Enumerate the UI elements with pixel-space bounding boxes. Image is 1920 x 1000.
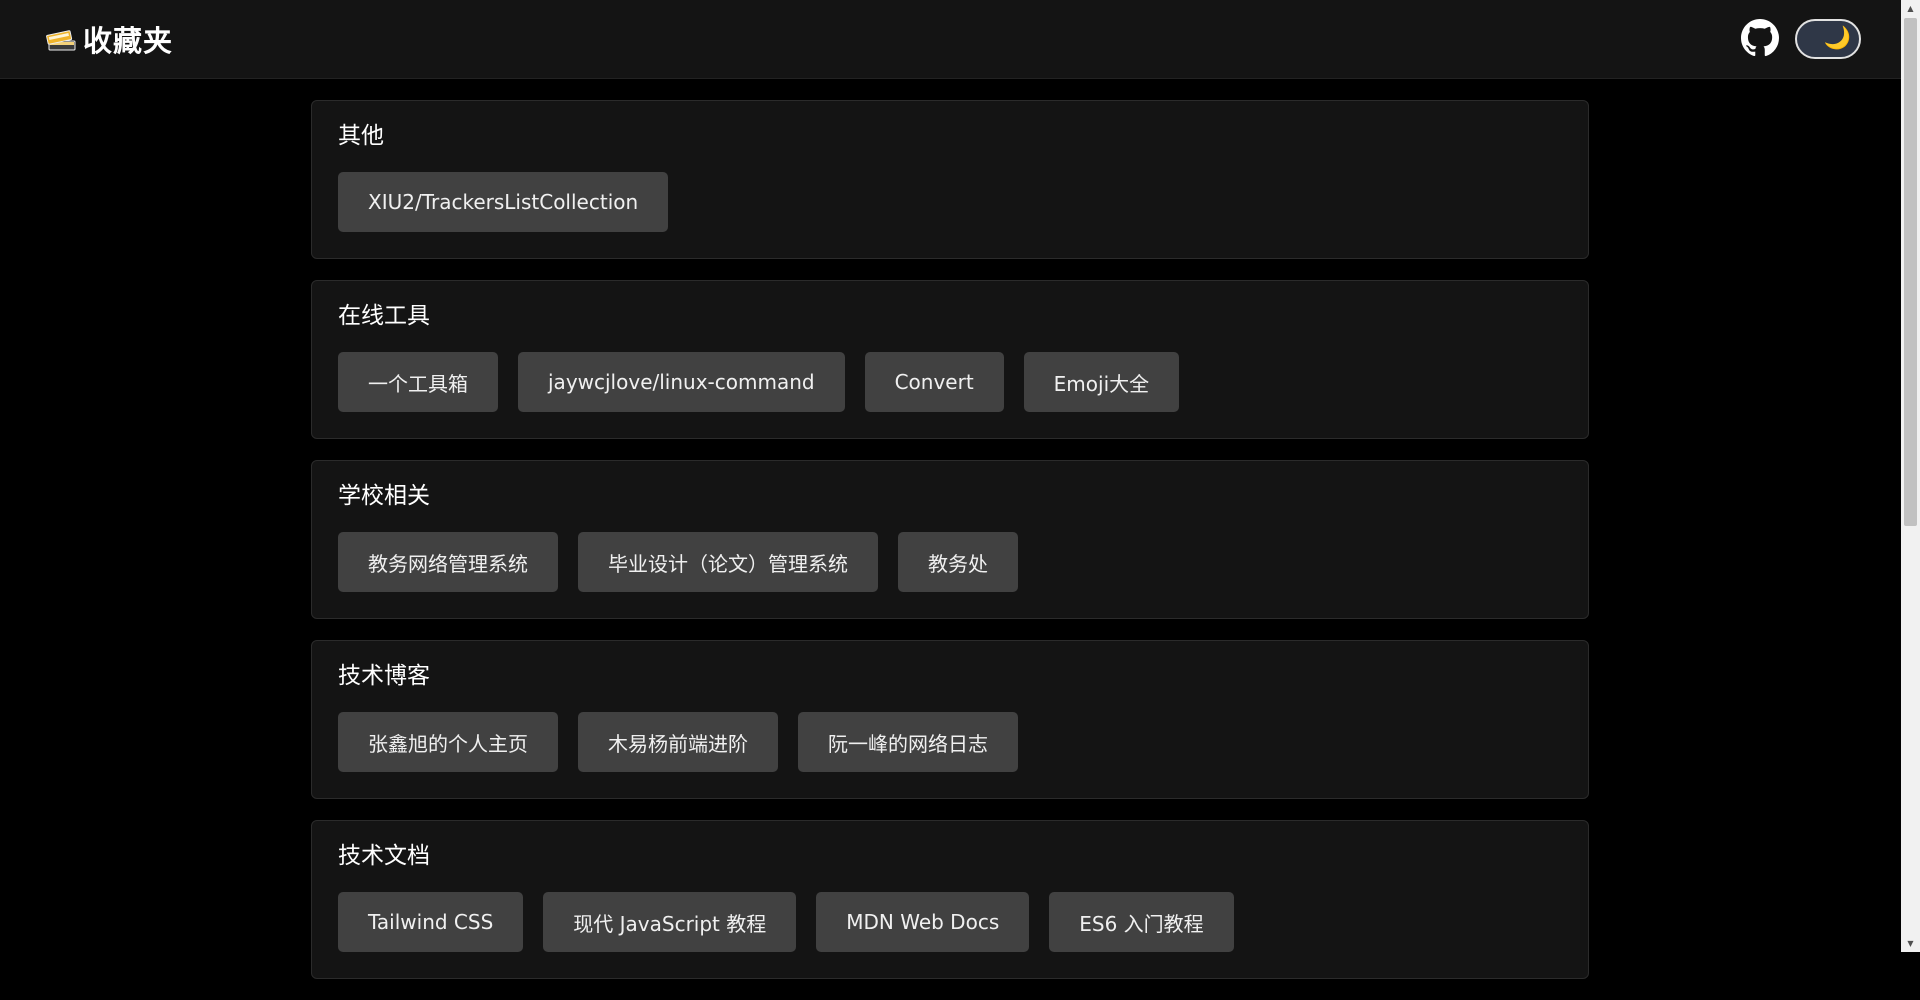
bookmark-link-button[interactable]: 教务网络管理系统 (338, 532, 558, 592)
github-icon[interactable] (1741, 19, 1779, 57)
bookmark-link-button[interactable]: ES6 入门教程 (1049, 892, 1234, 952)
bookmark-link-button[interactable]: 现代 JavaScript 教程 (543, 892, 797, 952)
scroll-up-arrow[interactable]: ▲ (1901, 0, 1920, 17)
section-title: 在线工具 (338, 303, 430, 329)
bookmark-section: 技术文档 Tailwind CSS 现代 JavaScript 教程 MDN Web … (311, 820, 1589, 979)
theme-toggle[interactable]: 🌙 (1795, 19, 1861, 59)
bookmark-section: 技术博客张鑫旭的个人主页 木易杨前端进阶 阮一峰的网络日志 (311, 640, 1589, 799)
bookmark-link-button[interactable]: Convert (864, 352, 1004, 412)
books-stack-icon (46, 30, 76, 51)
bookmark-section: 在线工具一个工具箱 jaywcjlove/linux-command Convert… (311, 280, 1589, 439)
section-title: 技术文档 (338, 843, 430, 869)
bookmark-link-button[interactable]: Emoji大全 (1023, 352, 1180, 412)
bookmark-link-button[interactable]: XIU2/TrackersListCollection (338, 172, 669, 232)
moon-icon: 🌙 (1823, 26, 1851, 51)
top-header: 收藏夹 🌙 (0, 0, 1901, 79)
section-links: 一个工具箱 jaywcjlove/linux-command Convert Emoj… (338, 352, 1180, 412)
bookmark-link-button[interactable]: jaywcjlove/linux-command (518, 352, 845, 412)
bookmark-link-button[interactable]: 阮一峰的网络日志 (798, 712, 1018, 772)
section-links: XIU2/TrackersListCollection (338, 172, 669, 232)
section-title: 其他 (338, 123, 384, 149)
bookmark-link-button[interactable]: 张鑫旭的个人主页 (338, 712, 558, 772)
vertical-scrollbar[interactable]: ▲ ▼ (1901, 0, 1920, 952)
bookmark-link-button[interactable]: Tailwind CSS (338, 892, 524, 952)
section-links: 教务网络管理系统 毕业设计（论文）管理系统 教务处 (338, 532, 1018, 592)
bookmark-sections: 其他 XIU2/TrackersListCollection 在线工具一个工具箱 ja… (311, 100, 1589, 1000)
section-title: 学校相关 (338, 483, 430, 509)
section-links: Tailwind CSS 现代 JavaScript 教程 MDN Web Docs… (338, 892, 1234, 952)
bookmark-section: 其他 XIU2/TrackersListCollection (311, 100, 1589, 259)
bookmark-link-button[interactable]: 木易杨前端进阶 (578, 712, 778, 772)
scroll-down-arrow[interactable]: ▼ (1901, 935, 1920, 952)
bookmark-link-button[interactable]: MDN Web Docs (816, 892, 1030, 952)
scroll-thumb[interactable] (1904, 18, 1917, 526)
bookmark-link-button[interactable]: 毕业设计（论文）管理系统 (578, 532, 878, 592)
section-links: 张鑫旭的个人主页 木易杨前端进阶 阮一峰的网络日志 (338, 712, 1018, 772)
section-title: 技术博客 (338, 663, 430, 689)
site-title: 收藏夹 (83, 24, 174, 58)
site-logo[interactable]: 收藏夹 (43, 20, 173, 58)
bookmark-link-button[interactable]: 一个工具箱 (338, 352, 498, 412)
bookmark-link-button[interactable]: 教务处 (898, 532, 1018, 592)
bookmark-section: 学校相关教务网络管理系统 毕业设计（论文）管理系统 教务处 (311, 460, 1589, 619)
